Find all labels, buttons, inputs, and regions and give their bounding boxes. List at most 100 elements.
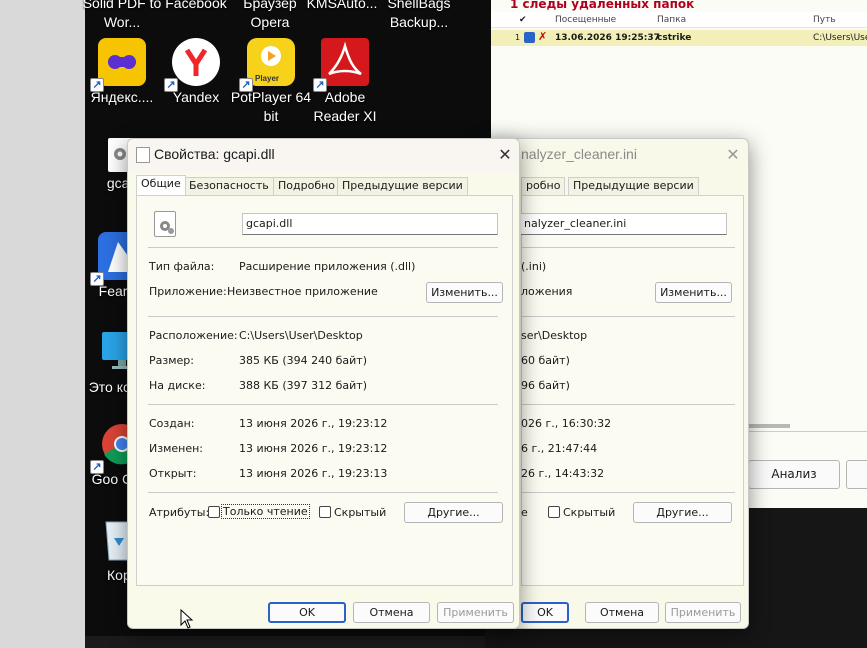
separator bbox=[148, 492, 498, 493]
hidden-checkbox[interactable] bbox=[319, 506, 331, 518]
row-visited: 13.06.2026 19:25:37 bbox=[555, 33, 660, 43]
desktop-icon-label: Adobe Reader XI bbox=[313, 89, 377, 124]
desktop-icon-yandex-games[interactable]: ↗ Яндекс.... bbox=[80, 38, 164, 107]
ok-button[interactable]: OK bbox=[521, 602, 569, 623]
app-button-partial[interactable] bbox=[846, 460, 867, 489]
delete-mark-icon: ✗ bbox=[538, 30, 548, 43]
column-header-check[interactable]: ✔ bbox=[519, 15, 527, 25]
location-value: ser\Desktop bbox=[521, 329, 588, 342]
separator bbox=[521, 492, 735, 493]
opened-value: 26 г., 14:43:32 bbox=[521, 467, 605, 480]
yandex-games-icon: ↗ bbox=[90, 38, 146, 92]
shortcut-arrow-icon: ↗ bbox=[313, 78, 327, 92]
apply-button[interactable]: Применить bbox=[437, 602, 514, 623]
app-section-heading: 1 следы удаленных папок bbox=[510, 0, 695, 11]
hidden-label: Скрытый bbox=[563, 506, 616, 519]
desktop-icon-facebook[interactable]: Facebook bbox=[154, 0, 238, 13]
desktop-icon-adobe-reader[interactable]: ↗ Adobe Reader XI bbox=[303, 38, 387, 126]
other-attributes-button[interactable]: Другие... bbox=[404, 502, 503, 523]
ok-button[interactable]: OK bbox=[268, 602, 346, 623]
file-type-value: Расширение приложения (.dll) bbox=[239, 260, 416, 273]
column-header-path[interactable]: Путь bbox=[813, 15, 836, 25]
tab-previous-versions[interactable]: Предыдущие версии bbox=[568, 177, 699, 195]
mouse-cursor-icon bbox=[180, 609, 194, 629]
taskbar bbox=[85, 636, 485, 648]
opened-value: 13 июня 2026 г., 19:23:13 bbox=[239, 467, 388, 480]
desktop-icon-kmsauto[interactable]: KMSAuto... bbox=[300, 0, 384, 13]
dialog-title: Свойства: gcapi.dll bbox=[154, 146, 275, 162]
desktop-icon-label: Solid PDF to Wor... bbox=[82, 0, 162, 30]
disk-size-label: На диске: bbox=[149, 379, 206, 392]
column-header-folder[interactable]: Папка bbox=[657, 15, 686, 25]
desktop-icon-label: PotPlayer 64 bit bbox=[230, 89, 312, 124]
table-row[interactable]: 1 ✗ 13.06.2026 19:25:37 cstrike C:\Users… bbox=[491, 30, 867, 46]
desktop-icon-solid-pdf[interactable]: Solid PDF to Wor... bbox=[80, 0, 164, 32]
potplayer-icon: Player ↗ bbox=[239, 38, 295, 92]
cancel-button[interactable]: Отмена bbox=[585, 602, 659, 623]
attributes-label-tail: е bbox=[521, 506, 528, 519]
close-icon[interactable]: ✕ bbox=[494, 145, 516, 165]
app-value: Неизвестное приложение bbox=[227, 285, 378, 298]
file-name-input[interactable]: gcapi.dll bbox=[242, 213, 498, 235]
apply-button[interactable]: Применить bbox=[665, 602, 741, 623]
divider bbox=[748, 431, 867, 432]
table-header: ✔ Посещенные Папка Путь bbox=[491, 12, 867, 28]
dialog-titlebar[interactable]: nalyzer_cleaner.ini ✕ bbox=[485, 139, 748, 173]
size-value: 385 КБ (394 240 байт) bbox=[239, 354, 367, 367]
separator bbox=[148, 247, 498, 248]
shortcut-arrow-icon: ↗ bbox=[164, 78, 178, 92]
app-value: ложения bbox=[521, 285, 573, 298]
properties-dialog-gcapi: Свойства: gcapi.dll ✕ Общие Безопасность… bbox=[127, 138, 520, 629]
hidden-checkbox[interactable] bbox=[548, 506, 560, 518]
other-attributes-button[interactable]: Другие... bbox=[633, 502, 732, 523]
shortcut-arrow-icon: ↗ bbox=[90, 272, 104, 286]
readonly-label[interactable]: Только чтение bbox=[221, 504, 310, 519]
cancel-button[interactable]: Отмена bbox=[353, 602, 430, 623]
file-name-input[interactable]: nalyzer_cleaner.ini bbox=[521, 213, 727, 235]
created-value: 13 июня 2026 г., 19:23:12 bbox=[239, 417, 388, 430]
desktop-side-strip bbox=[0, 0, 85, 648]
location-value: C:\Users\User\Desktop bbox=[239, 329, 363, 342]
separator bbox=[148, 404, 498, 405]
change-app-button[interactable]: Изменить... bbox=[426, 282, 503, 303]
row-checkbox[interactable] bbox=[524, 32, 535, 43]
dll-file-icon bbox=[154, 211, 176, 237]
close-icon[interactable]: ✕ bbox=[722, 145, 744, 165]
disk-size-value: 388 КБ (397 312 байт) bbox=[239, 379, 367, 392]
change-app-button[interactable]: Изменить... bbox=[655, 282, 732, 303]
row-number: 1 bbox=[515, 33, 521, 42]
size-value: 60 байт) bbox=[521, 354, 570, 367]
size-label: Размер: bbox=[149, 354, 194, 367]
desktop-icon-label: ShellBags Backup... bbox=[387, 0, 451, 30]
dialog-titlebar[interactable]: Свойства: gcapi.dll ✕ bbox=[128, 139, 519, 173]
row-folder: cstrike bbox=[657, 33, 692, 43]
shortcut-arrow-icon: ↗ bbox=[90, 460, 104, 474]
separator bbox=[521, 316, 735, 317]
tab-general[interactable]: Общие bbox=[136, 175, 186, 195]
modified-value: 13 июня 2026 г., 19:23:12 bbox=[239, 442, 388, 455]
dll-file-icon bbox=[136, 147, 150, 163]
tab-previous-versions[interactable]: Предыдущие версии bbox=[337, 177, 468, 195]
tab-security[interactable]: Безопасность bbox=[184, 177, 274, 195]
desktop-icon-shellbags[interactable]: ShellBags Backup... bbox=[376, 0, 462, 32]
desktop-icon-potplayer[interactable]: Player ↗ PotPlayer 64 bit bbox=[229, 38, 313, 126]
created-value: 026 г., 16:30:32 bbox=[521, 417, 612, 430]
desktop-icon-label: KMSAuto... bbox=[306, 0, 378, 11]
app-label: Приложение: bbox=[149, 285, 227, 298]
hidden-label[interactable]: Скрытый bbox=[334, 506, 386, 519]
desktop-icon-label: Facebook bbox=[165, 0, 227, 11]
created-label: Создан: bbox=[149, 417, 195, 430]
horizontal-scrollbar[interactable] bbox=[748, 424, 790, 428]
location-label: Расположение: bbox=[149, 329, 238, 342]
tab-details[interactable]: робно bbox=[521, 177, 566, 195]
analyze-button[interactable]: Анализ bbox=[748, 460, 840, 489]
separator bbox=[521, 404, 735, 405]
column-header-visited[interactable]: Посещенные bbox=[555, 15, 616, 25]
adobe-reader-icon: ↗ bbox=[313, 38, 369, 92]
readonly-checkbox[interactable] bbox=[208, 506, 220, 518]
attributes-label: Атрибуты: bbox=[149, 506, 210, 519]
separator bbox=[521, 247, 735, 248]
desktop-icon-yandex[interactable]: ↗ Yandex bbox=[154, 38, 238, 107]
dialog-title: nalyzer_cleaner.ini bbox=[521, 146, 637, 162]
tab-details[interactable]: Подробно bbox=[273, 177, 341, 195]
